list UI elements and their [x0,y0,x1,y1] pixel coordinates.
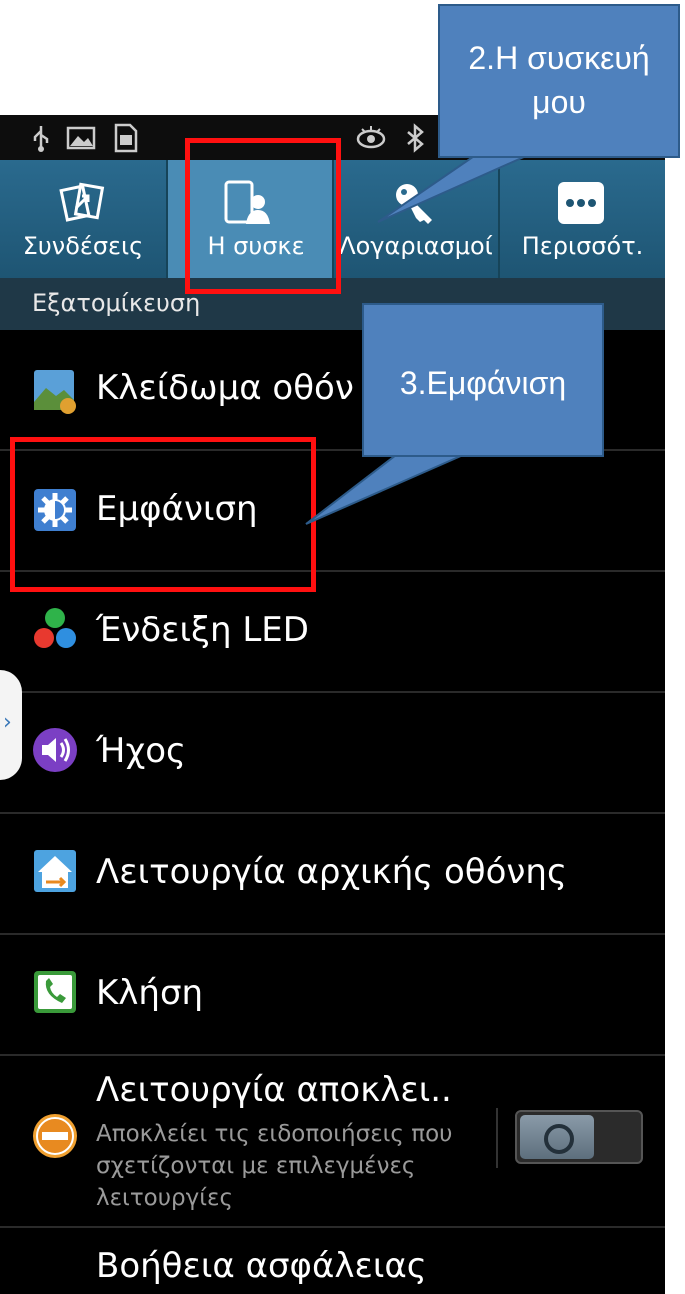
highlight-my-device-tab [185,138,341,294]
list-item-title: Λειτουργία αρχικής οθόνης [96,852,567,892]
list-item-call[interactable]: Κλήση [0,935,665,1056]
call-icon [34,971,76,1013]
callout-step-3: 3.Εμφάνιση [362,303,604,457]
connections-icon [59,182,105,222]
list-item-home-screen-mode[interactable]: Λειτουργία αρχικής οθόνης [0,814,665,935]
list-item-title: Ένδειξη LED [96,610,309,650]
list-item-title: Ήχος [96,731,187,771]
block-mode-icon [33,1114,77,1158]
tab-connections-label: Συνδέσεις [22,232,144,260]
sound-icon [33,728,77,772]
callout-step-2-line2: μου [532,84,586,120]
chevron-right-icon: › [3,710,12,735]
tab-more-label: Περισσότ. [521,232,644,260]
sd-card-icon [114,123,138,153]
highlight-display-row [10,437,316,592]
list-item-subtitle: Αποκλείει τις ειδοποιήσεις που σχετίζοντ… [96,1121,453,1211]
lock-screen-icon [34,370,76,414]
section-title: Εξατομίκευση [32,289,201,317]
tab-connections[interactable]: Συνδέσεις [0,160,166,278]
tab-more[interactable]: Περισσότ. [500,160,665,278]
accounts-key-icon [396,184,432,224]
list-item-title: Βοήθεια ασφάλειας [96,1246,427,1286]
usb-icon [33,126,49,152]
home-screen-mode-icon [34,850,76,892]
list-item-title: Λειτουργία αποκλει.. [96,1070,452,1110]
list-item-safety-assistance[interactable]: Βοήθεια ασφάλειας [0,1228,665,1294]
list-item-sound[interactable]: Ήχος [0,693,665,814]
tab-accounts[interactable]: Λογαριασμοί [334,160,498,278]
list-item-title: Κλείδωμα οθόν [96,368,354,408]
side-panel-handle[interactable]: › [0,670,22,780]
callout-step-2: 2.Η συσκευή μου [438,4,680,158]
toggle-knob [520,1115,594,1159]
gallery-icon [66,126,96,150]
list-item-title: Κλήση [96,973,204,1013]
callout-step-2-line1: 2.Η συσκευή [468,40,650,76]
led-indicator-icon [34,608,76,648]
toggle-divider [496,1108,498,1168]
bluetooth-icon [407,123,424,153]
callout-step-3-text: 3.Εμφάνιση [399,365,567,401]
more-dots-icon [558,182,604,224]
tab-accounts-label: Λογαριασμοί [339,232,493,260]
blocking-mode-toggle[interactable] [515,1110,643,1164]
smart-stay-eye-icon [356,126,386,149]
